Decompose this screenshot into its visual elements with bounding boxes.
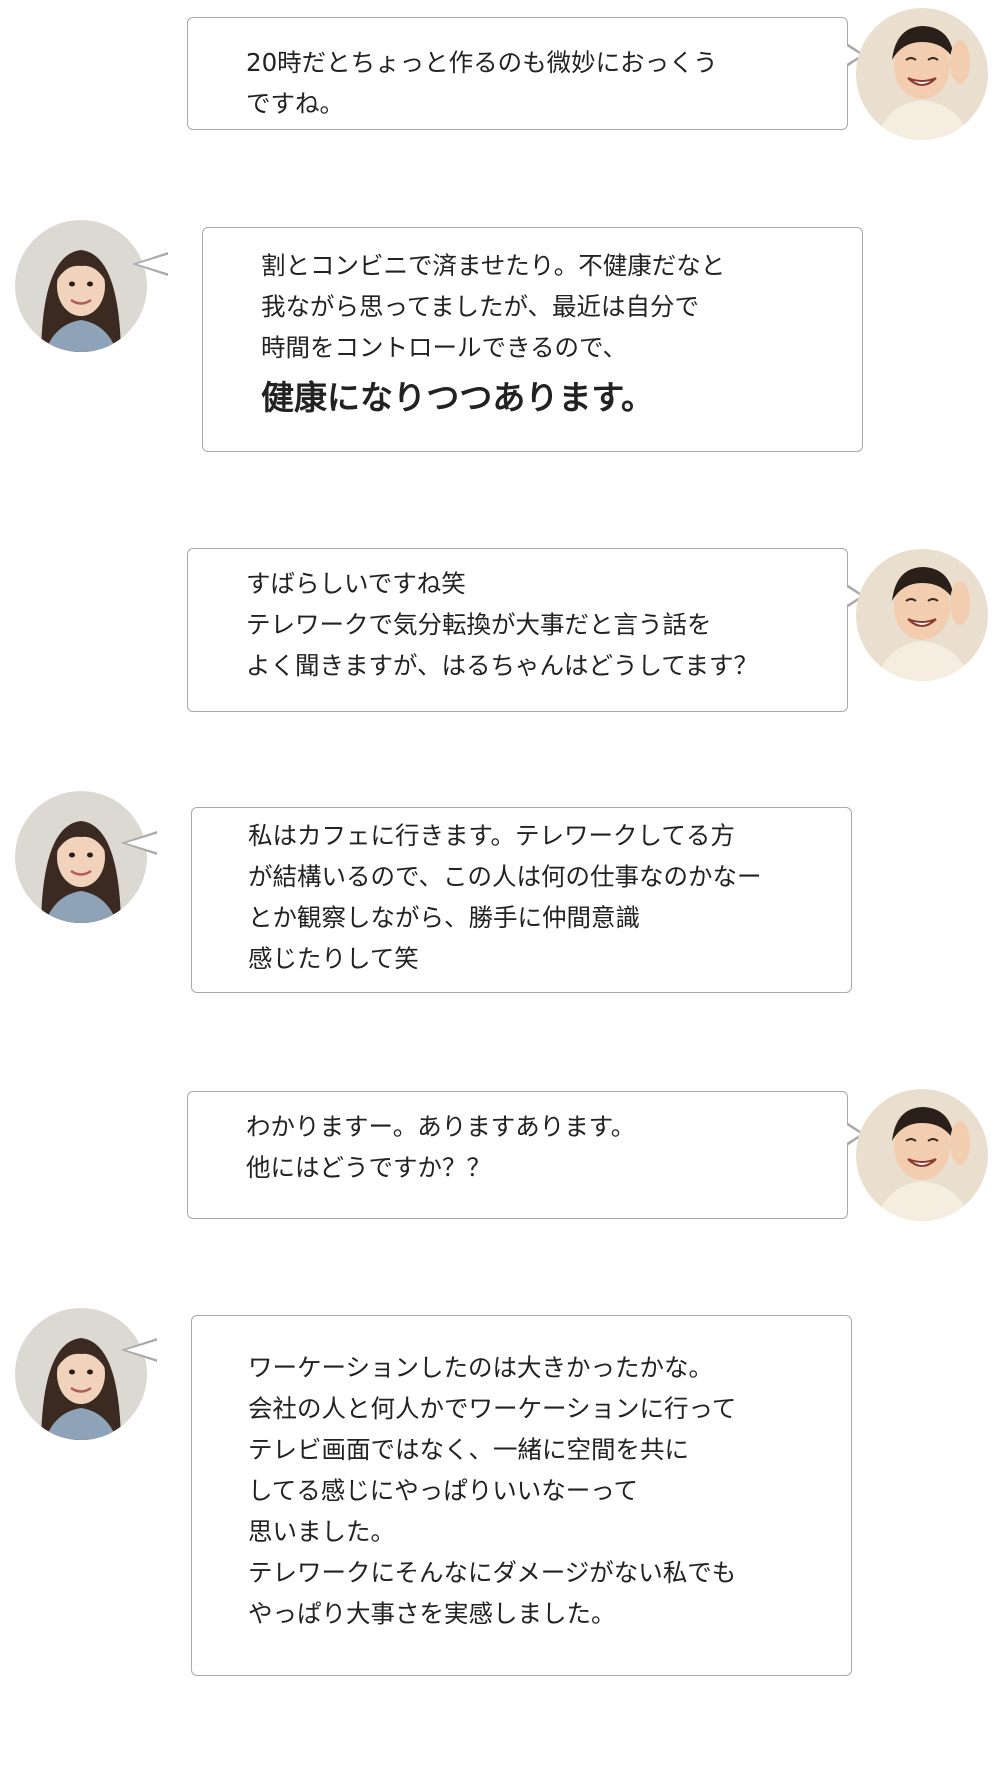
message-line: 感じたりして笑: [248, 944, 419, 973]
message-line: 思いました。: [248, 1517, 395, 1546]
message-line: 私はカフェに行きます。テレワークしてる方: [248, 821, 735, 850]
message-line: よく聞きますが、はるちゃんはどうしてます？: [246, 651, 759, 680]
haru-avatar: [15, 791, 147, 923]
chat-bubble-haru: 私はカフェに行きます。テレワークしてる方 が結構いるので、この人は何の仕事なのか…: [191, 807, 852, 993]
interviewer-avatar: [856, 549, 988, 681]
message-line: 会社の人と何人かでワーケーションに行って: [248, 1394, 737, 1423]
chat-bubble-interviewer: 20時だとちょっと作るのも微妙におっくう ですね。: [187, 17, 848, 130]
message-line: ワーケーションしたのは大きかったかな。: [248, 1353, 714, 1382]
message-line: テレワークにそんなにダメージがない私でも: [248, 1558, 737, 1587]
message-emphasis: 健康になりつつあります。: [261, 378, 655, 417]
chat-bubble-haru: 割とコンビニで済ませたり。不健康だなと 我ながら思ってましたが、最近は自分で 時…: [202, 227, 863, 452]
chat-bubble-interviewer: わかりますー。ありますあります。 他にはどうですか？？: [187, 1091, 848, 1219]
message-line: ですね。: [246, 89, 344, 118]
chat-bubble-interviewer: すばらしいですね笑 テレワークで気分転換が大事だと言う話を よく聞きますが、はる…: [187, 548, 848, 712]
message-line: やっぱり大事さを実感しました。: [248, 1599, 616, 1628]
message-line: 割とコンビニで済ませたり。不健康だなと: [261, 251, 726, 280]
message-line: すばらしいですね笑: [246, 569, 466, 598]
interviewer-avatar: [856, 1089, 988, 1221]
message-line: 我ながら思ってましたが、最近は自分で: [261, 292, 700, 321]
message-line: わかりますー。ありますあります。: [246, 1112, 636, 1141]
message-line: 20時だとちょっと作るのも微妙におっくう: [246, 48, 718, 77]
message-line: が結構いるので、この人は何の仕事なのかなー: [248, 862, 762, 891]
message-line: 時間をコントロールできるので、: [261, 333, 628, 362]
interviewer-avatar: [856, 8, 988, 140]
message-line: 他にはどうですか？？: [246, 1153, 491, 1182]
message-line: してる感じにやっぱりいいなーって: [248, 1476, 639, 1505]
chat-bubble-haru: ワーケーションしたのは大きかったかな。 会社の人と何人かでワーケーションに行って…: [191, 1315, 852, 1676]
haru-avatar: [15, 1308, 147, 1440]
haru-avatar: [15, 220, 147, 352]
message-line: テレワークで気分転換が大事だと言う話を: [246, 610, 712, 639]
message-line: とか観察しながら、勝手に仲間意識: [248, 903, 640, 932]
message-line: テレビ画面ではなく、一緒に空間を共に: [248, 1435, 689, 1464]
